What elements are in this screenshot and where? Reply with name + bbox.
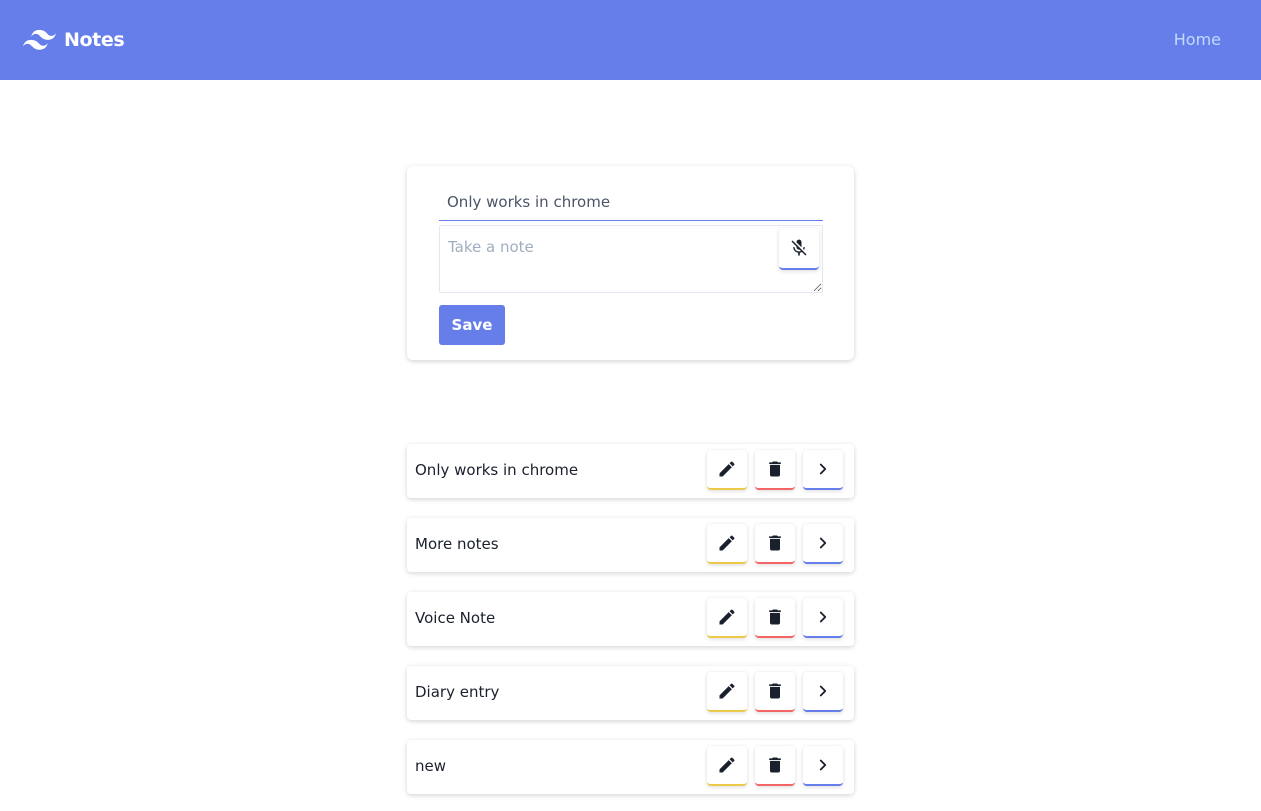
- trash-icon: [769, 757, 781, 773]
- open-note-button[interactable]: [803, 598, 843, 638]
- delete-note-button[interactable]: [755, 672, 795, 712]
- notes-list: Only works in chrome More notes Voice No…: [407, 444, 854, 811]
- trash-icon: [769, 535, 781, 551]
- trash-icon: [769, 683, 781, 699]
- pencil-icon: [719, 535, 735, 551]
- trash-icon: [769, 609, 781, 625]
- note-item: More notes: [407, 518, 854, 572]
- delete-note-button[interactable]: [755, 524, 795, 564]
- chevron-right-icon: [819, 463, 827, 475]
- edit-note-button[interactable]: [707, 672, 747, 712]
- note-title: More notes: [415, 535, 499, 553]
- delete-note-button[interactable]: [755, 598, 795, 638]
- note-title: Only works in chrome: [415, 461, 579, 479]
- open-note-button[interactable]: [803, 450, 843, 490]
- pencil-icon: [719, 757, 735, 773]
- note-title: Voice Note: [415, 609, 496, 627]
- note-item: Only works in chrome: [407, 444, 854, 498]
- home-link[interactable]: Home: [1174, 30, 1221, 50]
- navbar: Notes Home: [0, 0, 1261, 80]
- open-note-button[interactable]: [803, 524, 843, 564]
- chevron-right-icon: [819, 611, 827, 623]
- note-title-input[interactable]: [439, 183, 823, 221]
- save-button[interactable]: Save: [439, 305, 505, 345]
- pencil-icon: [719, 461, 735, 477]
- delete-note-button[interactable]: [755, 746, 795, 786]
- chevron-right-icon: [819, 685, 827, 697]
- note-item: new: [407, 740, 854, 794]
- edit-note-button[interactable]: [707, 598, 747, 638]
- edit-note-button[interactable]: [707, 746, 747, 786]
- brand-title: Notes: [64, 29, 125, 51]
- microphone-off-icon: [791, 239, 807, 256]
- pencil-icon: [719, 609, 735, 625]
- chevron-right-icon: [819, 759, 827, 771]
- chevron-right-icon: [819, 537, 827, 549]
- trash-icon: [769, 461, 781, 477]
- pencil-icon: [719, 683, 735, 699]
- note-item: Diary entry: [407, 666, 854, 720]
- note-title: new: [415, 757, 447, 775]
- microphone-button[interactable]: [779, 228, 819, 270]
- note-item: Voice Note: [407, 592, 854, 646]
- note-title: Diary entry: [415, 683, 500, 701]
- edit-note-button[interactable]: [707, 524, 747, 564]
- edit-note-button[interactable]: [707, 450, 747, 490]
- open-note-button[interactable]: [803, 746, 843, 786]
- open-note-button[interactable]: [803, 672, 843, 712]
- new-note-form: Save: [407, 166, 854, 360]
- delete-note-button[interactable]: [755, 450, 795, 490]
- note-body-textarea[interactable]: [439, 225, 823, 293]
- brand-link[interactable]: Notes: [23, 28, 125, 52]
- tailwind-wave-icon: [23, 29, 56, 50]
